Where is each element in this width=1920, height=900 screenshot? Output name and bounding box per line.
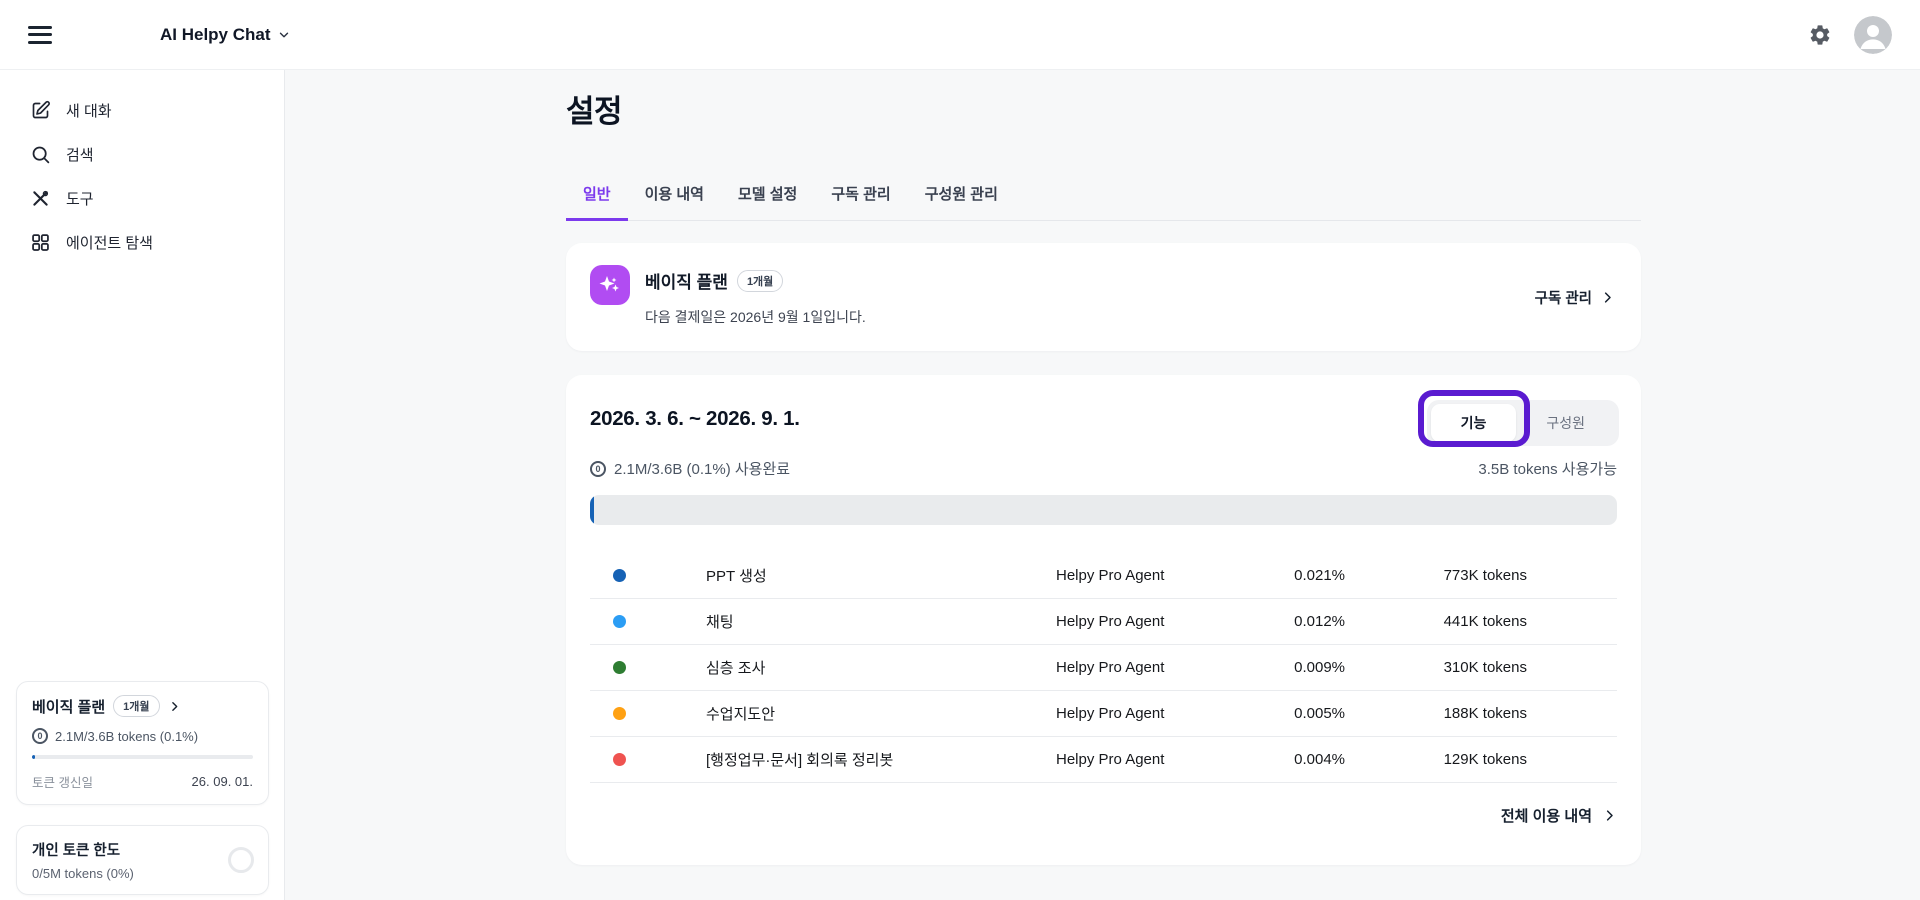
tools-icon: [30, 188, 51, 209]
page-title: 설정: [566, 86, 1641, 131]
series-dot-icon: [613, 661, 626, 674]
full-usage-history-link[interactable]: 전체 이용 내역: [1501, 805, 1617, 826]
usage-card: 2026. 3. 6. ~ 2026. 9. 1. 기능 구성원 0 2.1M/…: [566, 375, 1641, 865]
tab-members[interactable]: 구성원 관리: [908, 171, 1015, 221]
renewal-date: 26. 09. 01.: [192, 774, 253, 789]
table-row: 심층 조사 Helpy Pro Agent 0.009% 310K tokens: [590, 645, 1617, 691]
plan-summary-card: 베이직 플랜 1개월 다음 결제일은 2026년 9월 1일입니다. 구독 관리: [566, 243, 1641, 351]
sidebar-item-label: 검색: [66, 144, 94, 165]
table-row: 채팅 Helpy Pro Agent 0.012% 441K tokens: [590, 599, 1617, 645]
plan-period-badge: 1개월: [737, 270, 783, 292]
tab-subscription[interactable]: 구독 관리: [814, 171, 907, 221]
personal-token-limit-card[interactable]: 개인 토큰 한도 0/5M tokens (0%): [16, 825, 269, 895]
chevron-right-icon: [1602, 808, 1617, 823]
settings-tabs: 일반 이용 내역 모델 설정 구독 관리 구성원 관리: [566, 171, 1641, 221]
sidebar-plan-card[interactable]: 베이직 플랜 1개월 0 2.1M/3.6B tokens (0.1%) 토큰 …: [16, 681, 269, 805]
plan-period-badge: 1개월: [113, 695, 159, 717]
tab-usage-history[interactable]: 이용 내역: [628, 171, 721, 221]
sidebar: 새 대화 검색 도구 에이전트 탐색 베이직 플랜 1개월 0 2.1M/3.6…: [0, 70, 285, 900]
tab-model-settings[interactable]: 모델 설정: [721, 171, 814, 221]
used-tokens-text: 2.1M/3.6B (0.1%) 사용완료: [614, 458, 790, 479]
sidebar-item-label: 에이전트 탐색: [66, 232, 153, 253]
plan-name: 베이직 플랜: [32, 696, 105, 717]
chevron-right-icon: [168, 700, 181, 713]
table-row: [행정업무·문서] 회의록 정리봇 Helpy Pro Agent 0.004%…: [590, 737, 1617, 783]
toggle-member-button[interactable]: 구성원: [1516, 404, 1615, 442]
series-dot-icon: [613, 569, 626, 582]
sidebar-item-tools[interactable]: 도구: [0, 176, 284, 220]
settings-gear-icon[interactable]: [1808, 23, 1832, 47]
usage-view-toggle: 기능 구성원: [1427, 400, 1619, 446]
settings-content: 설정 일반 이용 내역 모델 설정 구독 관리 구성원 관리 베이직 플랜 1개…: [566, 70, 1641, 865]
app-title-dropdown[interactable]: AI Helpy Chat: [160, 25, 291, 45]
top-bar: AI Helpy Chat: [0, 0, 1920, 70]
usage-table: PPT 생성 Helpy Pro Agent 0.021% 773K token…: [590, 553, 1617, 783]
token-coin-icon: 0: [590, 461, 606, 477]
token-usage-progressbar: [32, 755, 253, 759]
tab-general[interactable]: 일반: [566, 171, 628, 221]
usage-progressbar: [590, 495, 1617, 525]
chevron-right-icon: [1600, 290, 1615, 305]
sidebar-item-search[interactable]: 검색: [0, 132, 284, 176]
compose-icon: [30, 100, 51, 121]
next-billing-text: 다음 결제일은 2026년 9월 1일입니다.: [645, 307, 866, 327]
sidebar-item-new-chat[interactable]: 새 대화: [0, 88, 284, 132]
available-tokens-text: 3.5B tokens 사용가능: [1478, 458, 1617, 479]
progress-fill: [32, 755, 35, 759]
main-area: 설정 일반 이용 내역 모델 설정 구독 관리 구성원 관리 베이직 플랜 1개…: [285, 70, 1920, 900]
grid-icon: [30, 232, 51, 253]
sidebar-item-label: 도구: [66, 188, 94, 209]
token-usage-text: 2.1M/3.6B tokens (0.1%): [55, 729, 198, 744]
manage-subscription-link[interactable]: 구독 관리: [1535, 287, 1615, 308]
sidebar-item-label: 새 대화: [66, 100, 112, 121]
series-dot-icon: [613, 615, 626, 628]
toggle-feature-button[interactable]: 기능: [1431, 404, 1517, 442]
search-icon: [30, 144, 51, 165]
app-title: AI Helpy Chat: [160, 25, 271, 45]
sidebar-item-agent-explore[interactable]: 에이전트 탐색: [0, 220, 284, 264]
renewal-label: 토큰 갱신일: [32, 772, 93, 791]
limit-card-usage: 0/5M tokens (0%): [32, 866, 253, 881]
sidebar-bottom: 베이직 플랜 1개월 0 2.1M/3.6B tokens (0.1%) 토큰 …: [16, 681, 269, 900]
table-row: PPT 생성 Helpy Pro Agent 0.021% 773K token…: [590, 553, 1617, 599]
user-avatar[interactable]: [1854, 16, 1892, 54]
chevron-down-icon: [277, 28, 291, 42]
series-dot-icon: [613, 753, 626, 766]
progress-fill: [590, 495, 594, 525]
hamburger-menu-icon[interactable]: [28, 26, 52, 44]
sidebar-nav: 새 대화 검색 도구 에이전트 탐색: [0, 70, 284, 264]
plan-title: 베이직 플랜: [645, 268, 728, 293]
table-row: 수업지도안 Helpy Pro Agent 0.005% 188K tokens: [590, 691, 1617, 737]
limit-card-title: 개인 토큰 한도: [32, 839, 253, 860]
series-dot-icon: [613, 707, 626, 720]
progress-ring-icon: [228, 847, 254, 873]
plan-sparkle-icon: [590, 265, 630, 305]
topbar-actions: [1808, 16, 1892, 54]
token-coin-icon: 0: [32, 728, 48, 744]
